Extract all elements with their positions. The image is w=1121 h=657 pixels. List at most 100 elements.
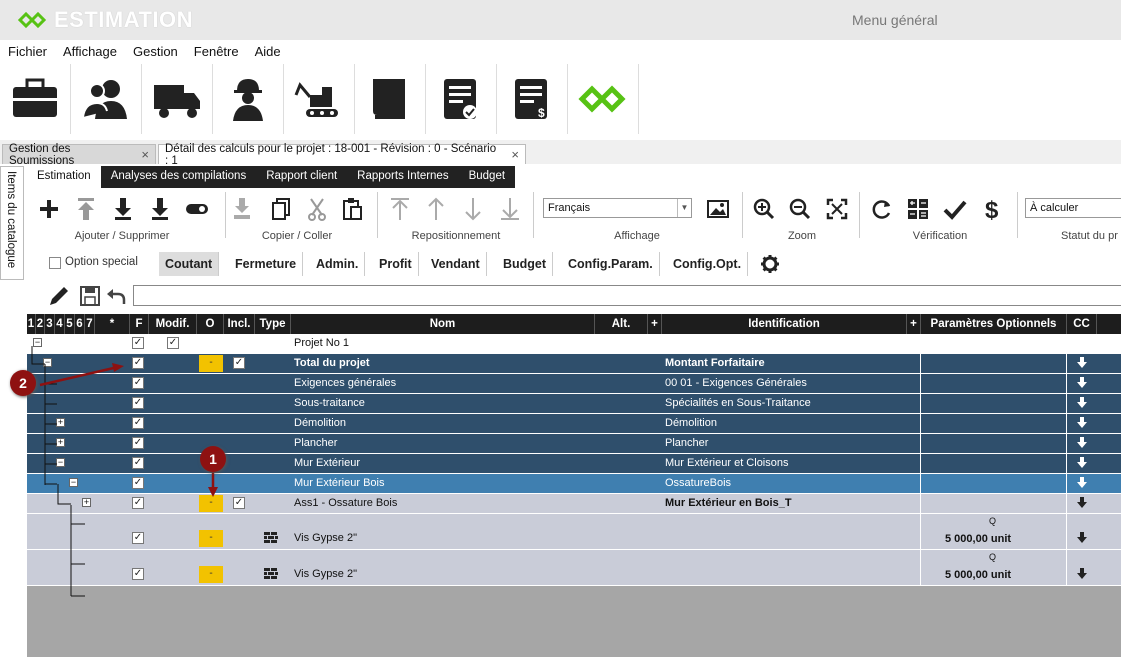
row-identification[interactable]: Mur Extérieur et Cloisons bbox=[665, 457, 789, 469]
option-marker[interactable]: - bbox=[199, 495, 223, 512]
filter-budget[interactable]: Budget bbox=[497, 252, 554, 276]
calculator-icon[interactable] bbox=[905, 196, 931, 222]
filter-fermeture[interactable]: Fermeture bbox=[229, 252, 304, 276]
book-icon[interactable] bbox=[355, 64, 426, 134]
row-name[interactable]: Plancher bbox=[294, 437, 337, 449]
briefcase-icon[interactable] bbox=[0, 64, 71, 134]
option-marker[interactable]: - bbox=[199, 355, 223, 372]
move-down-icon[interactable] bbox=[460, 196, 486, 222]
close-icon[interactable]: × bbox=[141, 147, 149, 162]
row-name[interactable]: Total du projet bbox=[294, 357, 370, 369]
move-up-icon[interactable] bbox=[423, 196, 449, 222]
col-type[interactable]: Type bbox=[255, 314, 291, 334]
paste-icon[interactable] bbox=[339, 196, 365, 222]
row-identification[interactable]: Démolition bbox=[665, 417, 717, 429]
gear-icon[interactable] bbox=[760, 254, 780, 274]
truck-icon[interactable] bbox=[142, 64, 213, 134]
table-row[interactable]: − ✓ - ✓ Total du projet Montant Forfaitaire bbox=[27, 354, 1121, 374]
tab-rapports-internes[interactable]: Rapports Internes bbox=[347, 166, 458, 188]
filter-vendant[interactable]: Vendant bbox=[425, 252, 487, 276]
table-row[interactable]: ✓ Exigences générales 00 01 - Exigences Gé… bbox=[27, 374, 1121, 394]
filter-config-opt[interactable]: Config.Opt. bbox=[667, 252, 749, 276]
col-star[interactable]: * bbox=[95, 314, 130, 334]
language-select[interactable]: Français ▼ bbox=[543, 198, 692, 218]
move-last-icon[interactable] bbox=[497, 196, 523, 222]
row-identification[interactable]: Plancher bbox=[665, 437, 708, 449]
add-icon[interactable] bbox=[36, 196, 62, 222]
table-row[interactable]: + ✓ Démolition Démolition bbox=[27, 414, 1121, 434]
f-checkbox[interactable]: ✓ bbox=[132, 532, 144, 544]
worker-icon[interactable] bbox=[213, 64, 284, 134]
table-row[interactable]: − ✓ Mur Extérieur Bois OssatureBois bbox=[27, 474, 1121, 494]
col-cc[interactable]: CC bbox=[1067, 314, 1097, 334]
menu-fichier[interactable]: Fichier bbox=[0, 40, 55, 64]
col-level-6[interactable]: 6 bbox=[75, 314, 85, 334]
refresh-icon[interactable] bbox=[869, 196, 895, 222]
menu-gestion[interactable]: Gestion bbox=[125, 40, 186, 64]
filter-config-param[interactable]: Config.Param. bbox=[562, 252, 660, 276]
f-checkbox[interactable]: ✓ bbox=[132, 417, 144, 429]
download-arrow-icon[interactable] bbox=[1076, 497, 1088, 509]
download-arrow-icon[interactable] bbox=[1076, 568, 1088, 580]
side-tab-items-catalogue[interactable]: Items du catalogue bbox=[0, 166, 24, 280]
status-field[interactable]: À calculer bbox=[1025, 198, 1121, 218]
param-value[interactable]: 5 000,00 unit bbox=[945, 569, 1011, 581]
tab-detail-calculs[interactable]: Détail des calculs pour le projet : 18-0… bbox=[158, 143, 526, 167]
move-top-icon[interactable] bbox=[73, 196, 99, 222]
col-plus-2[interactable]: + bbox=[907, 314, 921, 334]
f-checkbox[interactable]: ✓ bbox=[132, 457, 144, 469]
row-name[interactable]: Vis Gypse 2" bbox=[294, 568, 357, 580]
f-checkbox[interactable]: ✓ bbox=[132, 377, 144, 389]
param-value[interactable]: 5 000,00 unit bbox=[945, 533, 1011, 545]
menu-general-label[interactable]: Menu général bbox=[852, 12, 938, 28]
row-identification[interactable]: OssatureBois bbox=[665, 477, 731, 489]
col-level-4[interactable]: 4 bbox=[55, 314, 65, 334]
table-row[interactable]: − ✓ ✓ Projet No 1 bbox=[27, 334, 1121, 354]
tab-estimation[interactable]: Estimation bbox=[27, 166, 101, 188]
f-checkbox[interactable]: ✓ bbox=[132, 437, 144, 449]
zoom-out-icon[interactable] bbox=[787, 196, 813, 222]
filter-admin[interactable]: Admin. bbox=[310, 252, 366, 276]
approved-document-icon[interactable] bbox=[426, 64, 497, 134]
f-checkbox[interactable]: ✓ bbox=[132, 357, 144, 369]
download-arrow-icon[interactable] bbox=[1076, 357, 1088, 369]
row-name[interactable]: Démolition bbox=[294, 417, 346, 429]
download-arrow-icon[interactable] bbox=[1076, 377, 1088, 389]
tab-analyses[interactable]: Analyses des compilations bbox=[101, 166, 257, 188]
col-level-1[interactable]: 1 bbox=[27, 314, 36, 334]
table-row[interactable]: + ✓ Plancher Plancher bbox=[27, 434, 1121, 454]
row-identification[interactable]: Mur Extérieur en Bois_T bbox=[665, 497, 792, 509]
row-identification[interactable]: Montant Forfaitaire bbox=[665, 357, 765, 369]
dollar-icon[interactable]: $ bbox=[979, 196, 1005, 222]
row-name[interactable]: Sous-traitance bbox=[294, 397, 365, 409]
menu-fenetre[interactable]: Fenêtre bbox=[186, 40, 247, 64]
row-name[interactable]: Mur Extérieur bbox=[294, 457, 360, 469]
invoice-icon[interactable]: $ bbox=[497, 64, 568, 134]
row-name[interactable]: Mur Extérieur Bois bbox=[294, 477, 384, 489]
col-level-5[interactable]: 5 bbox=[65, 314, 75, 334]
pencil-icon[interactable] bbox=[47, 284, 71, 308]
excavator-icon[interactable] bbox=[284, 64, 355, 134]
col-level-2[interactable]: 2 bbox=[36, 314, 45, 334]
image-icon[interactable] bbox=[705, 196, 731, 222]
col-plus-1[interactable]: + bbox=[648, 314, 662, 334]
row-name[interactable]: Projet No 1 bbox=[294, 337, 349, 349]
download-arrow-icon[interactable] bbox=[1076, 417, 1088, 429]
download-arrow-icon[interactable] bbox=[1076, 437, 1088, 449]
col-level-3[interactable]: 3 bbox=[45, 314, 55, 334]
download-arrow-icon[interactable] bbox=[1076, 457, 1088, 469]
col-modif[interactable]: Modif. bbox=[149, 314, 197, 334]
chevron-down-icon[interactable]: ▼ bbox=[677, 199, 691, 217]
f-checkbox[interactable]: ✓ bbox=[132, 497, 144, 509]
delete-toggle-icon[interactable] bbox=[184, 196, 210, 222]
download-arrow-icon[interactable] bbox=[1076, 397, 1088, 409]
row-identification[interactable]: 00 01 - Exigences Générales bbox=[665, 377, 807, 389]
insert-child-icon[interactable] bbox=[147, 196, 173, 222]
option-marker[interactable]: - bbox=[199, 566, 223, 583]
fit-screen-icon[interactable] bbox=[824, 196, 850, 222]
col-params-optionnels[interactable]: Paramètres Optionnels bbox=[921, 314, 1067, 334]
incl-checkbox[interactable]: ✓ bbox=[233, 357, 245, 369]
undo-icon[interactable] bbox=[105, 285, 127, 307]
table-row[interactable]: ✓ - Vis Gypse 2" Q 5 000,00 unit bbox=[27, 550, 1121, 586]
modif-checkbox[interactable]: ✓ bbox=[167, 337, 179, 349]
